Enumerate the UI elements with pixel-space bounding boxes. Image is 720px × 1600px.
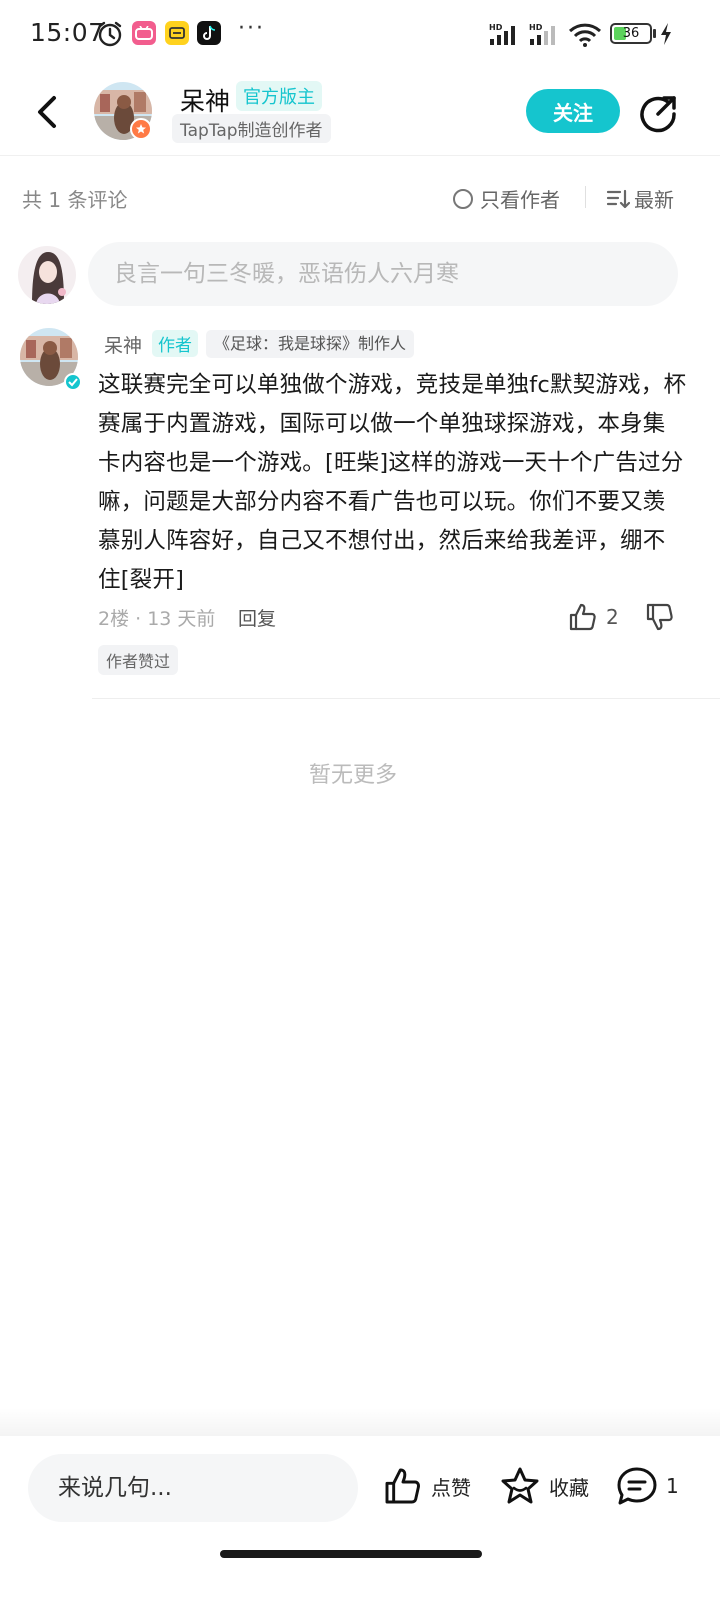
comments-button[interactable]: 1 — [616, 1466, 679, 1506]
thumbs-up-icon — [569, 603, 596, 631]
battery-cap — [653, 29, 656, 38]
status-time: 15:07 — [30, 18, 105, 47]
svg-text:HD: HD — [489, 23, 503, 32]
battery-icon: 36 — [610, 23, 652, 44]
thumbs-down-icon[interactable] — [645, 602, 675, 632]
author-only-label: 只看作者 — [480, 188, 560, 212]
verified-badge-icon — [64, 373, 82, 391]
moderator-tag: 官方版主 — [236, 81, 322, 111]
comment-divider — [92, 698, 720, 699]
like-post-button[interactable]: 点赞 — [383, 1466, 471, 1506]
commenter-name[interactable]: 呆神 — [104, 331, 142, 358]
like-post-label: 点赞 — [431, 1475, 471, 1500]
bottom-bar: 来说几句... 点赞 收藏 1 — [0, 1436, 720, 1600]
sort-label: 最新 — [634, 188, 674, 212]
author-name[interactable]: 呆神 — [180, 82, 230, 118]
toolbar-divider — [585, 186, 586, 208]
sort-icon — [606, 189, 630, 208]
bottom-bar-shadow — [0, 1408, 720, 1436]
tiktok-app-icon — [197, 21, 221, 45]
alarm-icon — [98, 21, 122, 47]
comment-input[interactable]: 良言一句三冬暖，恶语伤人六月寒 — [88, 242, 678, 306]
sort-button[interactable]: 最新 — [606, 184, 674, 213]
comment-meta: 2楼 · 13 天前 — [98, 608, 216, 630]
maker-tag: 《足球：我是球探》制作人 — [206, 330, 415, 358]
collect-label: 收藏 — [549, 1475, 589, 1500]
comment-body: 这联赛完全可以单独做个游戏，竞技是单独fc默契游戏，杯赛属于内置游戏，国际可以做… — [98, 372, 687, 593]
dianping-app-icon — [165, 21, 189, 45]
creator-badge-icon — [130, 118, 152, 140]
share-icon[interactable] — [638, 94, 678, 134]
header: 呆神 官方版主 TapTap制造创作者 关注 — [0, 70, 720, 156]
comment-bubble-icon — [617, 1467, 657, 1505]
bottom-comment-input[interactable]: 来说几句... — [28, 1454, 358, 1522]
status-bar: 15:07 ··· HD HD 36 — [0, 0, 720, 70]
radio-circle-icon — [453, 188, 473, 209]
comment-like-button[interactable]: 2 — [568, 602, 619, 632]
comment-count-label: 共 1 条评论 — [22, 188, 128, 212]
comment-count: 1 — [666, 1474, 679, 1498]
thumbs-up-icon — [385, 1468, 420, 1504]
signal-hd-icon: HD — [489, 23, 515, 45]
my-avatar — [18, 246, 76, 304]
list-end-label: 暂无更多 — [308, 763, 397, 788]
follow-button[interactable]: 关注 — [526, 89, 620, 133]
collect-button[interactable]: 收藏 — [499, 1466, 589, 1506]
more-notifications-icon: ··· — [238, 16, 265, 41]
creator-subtitle: TapTap制造创作者 — [172, 114, 331, 143]
battery-level: 36 — [622, 26, 640, 41]
back-arrow-icon[interactable] — [30, 90, 70, 134]
wifi-icon — [568, 23, 602, 47]
star-icon — [501, 1467, 539, 1504]
svg-text:HD: HD — [529, 23, 543, 32]
reply-button[interactable]: 回复 — [238, 604, 276, 631]
signal-hd-icon: HD — [529, 23, 555, 45]
charging-icon — [661, 23, 671, 45]
comment-like-count: 2 — [606, 605, 619, 629]
author-liked-tag: 作者赞过 — [98, 645, 179, 675]
author-tag: 作者 — [152, 330, 198, 357]
author-only-toggle[interactable]: 只看作者 — [453, 184, 560, 213]
bilibili-app-icon — [132, 21, 156, 45]
home-indicator — [220, 1550, 482, 1558]
